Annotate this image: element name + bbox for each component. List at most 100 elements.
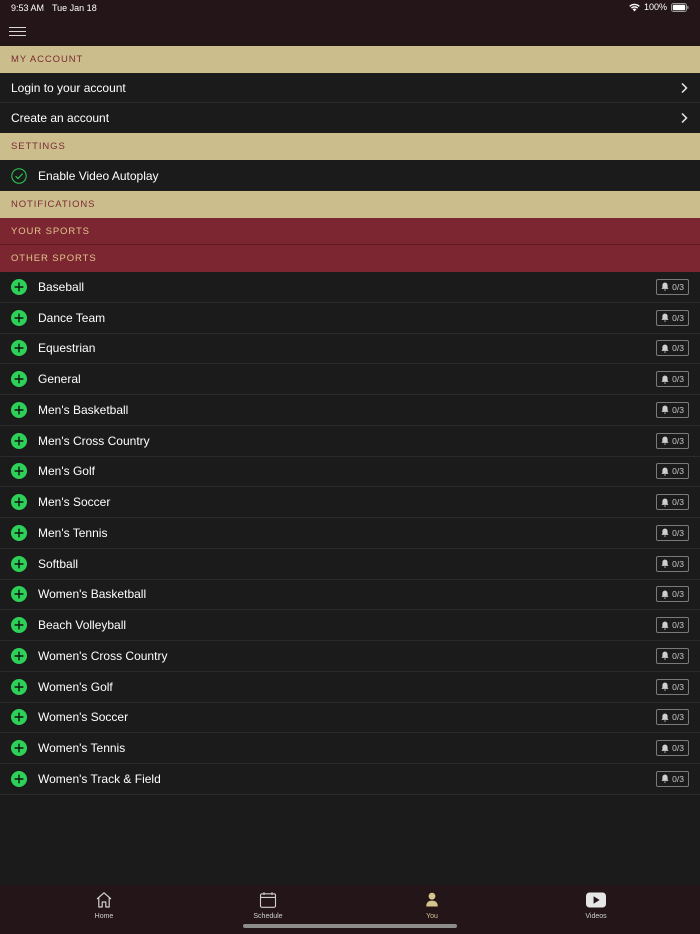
sport-name: Men's Golf [38,464,95,479]
sport-row[interactable]: Men's Golf 0/3 [0,456,700,488]
notification-count: 0/3 [672,681,684,692]
add-circle-icon[interactable] [11,555,27,572]
sport-row[interactable]: Women's Basketball 0/3 [0,579,700,611]
tab-you[interactable]: You [392,891,472,920]
bell-icon [661,344,669,353]
create-account-row[interactable]: Create an account [0,103,700,133]
bell-icon [661,528,669,537]
checkmark-circle-icon[interactable] [11,167,27,184]
notification-count-badge[interactable]: 0/3 [656,371,689,388]
play-video-icon [586,892,606,908]
bell-icon [661,744,669,753]
notification-count: 0/3 [672,435,684,446]
notification-count-badge[interactable]: 0/3 [656,617,689,634]
notification-count: 0/3 [672,312,684,323]
notification-count-badge[interactable]: 0/3 [656,647,689,664]
sport-name: Baseball [38,279,85,294]
bell-icon [661,375,669,384]
bell-icon [661,651,669,660]
video-autoplay-label: Enable Video Autoplay [38,168,159,183]
sport-name: Men's Soccer [38,495,111,510]
notification-count: 0/3 [672,404,684,415]
add-circle-icon[interactable] [11,586,27,603]
settings-content: MY ACCOUNT Login to your account Create … [0,46,700,795]
section-header-settings: SETTINGS [0,133,700,160]
notification-count-badge[interactable]: 0/3 [656,555,689,572]
notification-count-badge[interactable]: 0/3 [656,432,689,449]
login-row[interactable]: Login to your account [0,73,700,103]
sport-row[interactable]: General 0/3 [0,364,700,395]
add-circle-icon[interactable] [11,617,27,634]
sport-name: Women's Golf [38,679,113,694]
add-circle-icon[interactable] [11,709,27,726]
add-circle-icon[interactable] [11,401,27,418]
bell-icon [661,559,669,568]
sport-row[interactable]: Men's Basketball 0/3 [0,395,700,426]
login-label: Login to your account [11,80,126,95]
sport-row[interactable]: Men's Tennis 0/3 [0,518,700,549]
notification-count-badge[interactable]: 0/3 [656,340,689,357]
sport-name: Women's Tennis [38,741,126,756]
hamburger-menu-icon[interactable] [9,27,26,38]
sport-row[interactable]: Men's Soccer 0/3 [0,487,700,518]
tab-home[interactable]: Home [64,891,144,920]
add-circle-icon[interactable] [11,770,27,787]
sport-row[interactable]: Dance Team 0/3 [0,302,700,334]
tab-home-label: Home [94,913,114,920]
add-circle-icon[interactable] [11,463,27,480]
sport-row[interactable]: Women's Golf 0/3 [0,671,700,703]
sport-row[interactable]: Women's Track & Field 0/3 [0,764,700,795]
notification-count-badge[interactable]: 0/3 [656,740,689,757]
sport-name: Women's Basketball [38,587,147,602]
notification-count-badge[interactable]: 0/3 [656,678,689,695]
tab-videos-label: Videos [585,913,607,920]
sport-row[interactable]: Softball 0/3 [0,548,700,580]
sport-name: Dance Team [38,310,106,325]
notification-count-badge[interactable]: 0/3 [656,309,689,326]
sport-row[interactable]: Women's Soccer 0/3 [0,702,700,734]
sport-name: Men's Basketball [38,402,129,417]
notification-count-badge[interactable]: 0/3 [656,524,689,541]
sport-row[interactable]: Baseball 0/3 [0,272,700,303]
notification-count-badge[interactable]: 0/3 [656,770,689,787]
notification-count: 0/3 [672,620,684,631]
add-circle-icon[interactable] [11,647,27,664]
tab-schedule-label: Schedule [253,913,283,920]
notification-count-badge[interactable]: 0/3 [656,586,689,603]
sport-row[interactable]: Women's Tennis 0/3 [0,733,700,764]
add-circle-icon[interactable] [11,432,27,449]
add-circle-icon[interactable] [11,678,27,695]
add-circle-icon[interactable] [11,278,27,295]
notification-count-badge[interactable]: 0/3 [656,463,689,480]
status-bar: 9:53 AM Tue Jan 18 100% [0,0,700,17]
add-circle-icon[interactable] [11,309,27,326]
sport-row[interactable]: Equestrian 0/3 [0,333,700,365]
top-bar: 9:53 AM Tue Jan 18 100% [0,0,700,46]
add-circle-icon[interactable] [11,340,27,357]
tab-videos[interactable]: Videos [556,891,636,920]
notification-count-badge[interactable]: 0/3 [656,278,689,295]
notification-count-badge[interactable]: 0/3 [656,401,689,418]
sport-name: Men's Tennis [38,525,108,540]
sport-name: Equestrian [38,341,96,356]
sport-row[interactable]: Men's Cross Country 0/3 [0,425,700,457]
create-account-label: Create an account [11,111,110,125]
notification-count: 0/3 [672,712,684,723]
add-circle-icon[interactable] [11,740,27,757]
notification-count: 0/3 [672,743,684,754]
notification-count-badge[interactable]: 0/3 [656,709,689,726]
home-indicator[interactable] [243,924,457,928]
add-circle-icon[interactable] [11,524,27,541]
notification-count: 0/3 [672,343,684,354]
sport-name: Women's Track & Field [38,771,161,786]
add-circle-icon[interactable] [11,371,27,388]
sport-list: Baseball 0/3 Dance Team 0/3 Equestrian 0… [0,272,700,795]
notification-count-badge[interactable]: 0/3 [656,494,689,511]
sport-row[interactable]: Women's Cross Country 0/3 [0,641,700,672]
sport-name: Beach Volleyball [38,618,127,633]
sport-row[interactable]: Beach Volleyball 0/3 [0,610,700,641]
video-autoplay-row[interactable]: Enable Video Autoplay [0,160,700,191]
tab-schedule[interactable]: Schedule [228,891,308,920]
sport-name: Women's Soccer [38,710,129,725]
add-circle-icon[interactable] [11,494,27,511]
